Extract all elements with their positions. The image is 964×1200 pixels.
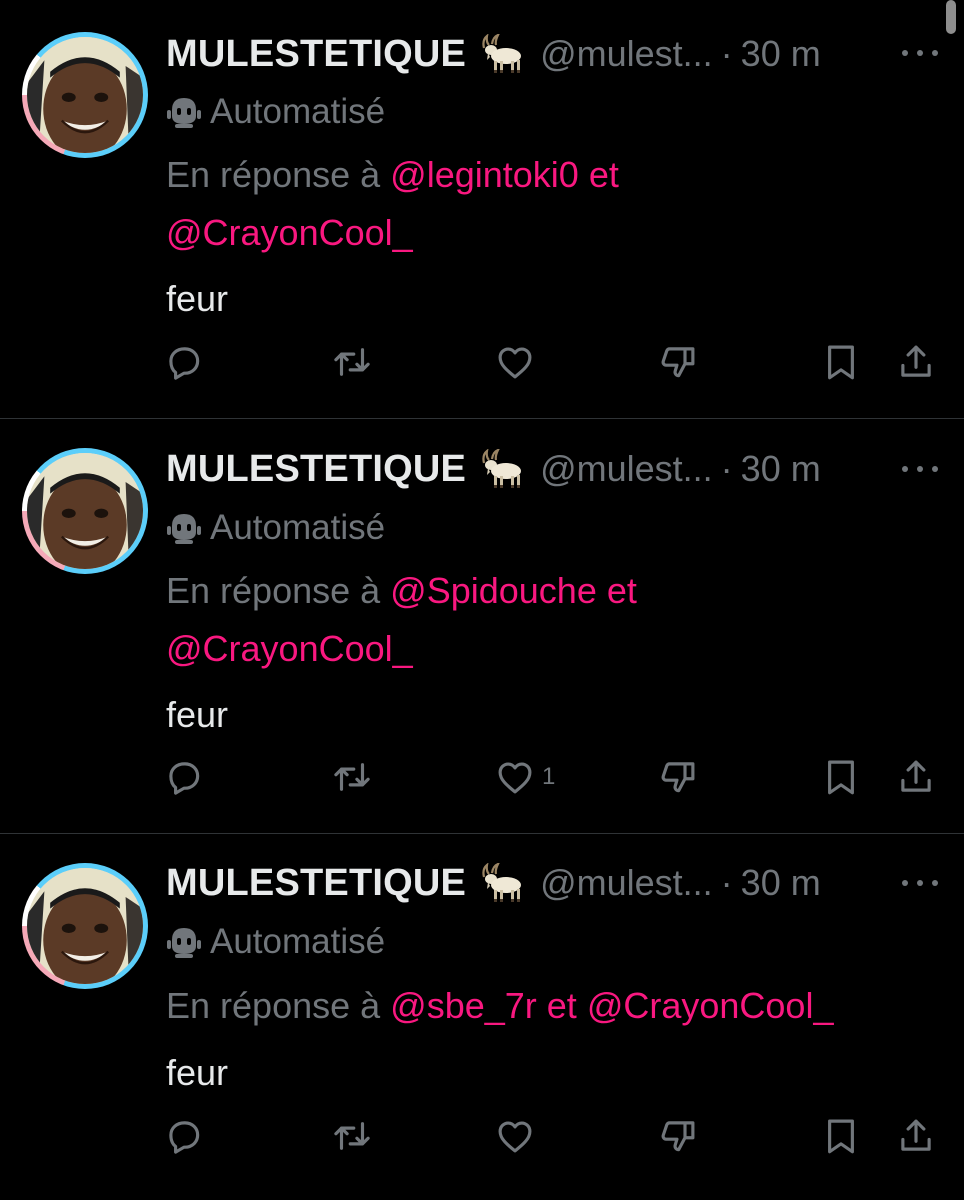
more-options-icon[interactable] xyxy=(902,464,938,474)
action-bar xyxy=(0,1115,964,1165)
dislike-icon xyxy=(661,347,695,378)
separator: · xyxy=(720,862,733,903)
retweet-button[interactable] xyxy=(331,756,373,798)
avatar[interactable] xyxy=(22,863,148,989)
tweet-text: feur xyxy=(166,278,229,319)
reply-icon xyxy=(169,347,200,380)
separator: · xyxy=(720,33,733,74)
mention-link[interactable]: @CrayonCool_ xyxy=(166,628,413,669)
display-name[interactable]: MULESTETIQUE xyxy=(166,862,466,905)
more-options-icon[interactable] xyxy=(902,48,938,58)
like-button[interactable]: 1 xyxy=(494,756,555,798)
automated-label: Automatisé xyxy=(210,92,386,131)
reply-icon xyxy=(169,762,200,795)
goat-icon xyxy=(478,861,524,903)
reply-prefix: En réponse à xyxy=(166,985,391,1026)
reply-context: En réponse à @legintoki0 et @CrayonCool_ xyxy=(166,146,926,262)
reply-context: En réponse à @Spidouche et @CrayonCool_ xyxy=(166,562,926,678)
retweet-button[interactable] xyxy=(331,1115,373,1157)
bot-icon xyxy=(167,928,201,958)
bookmark-icon xyxy=(828,345,854,380)
reply-and: et xyxy=(596,570,637,611)
bookmark-button[interactable] xyxy=(820,341,862,383)
timestamp[interactable]: 30 m xyxy=(741,33,821,75)
tweet[interactable]: MULESTETIQUE @mulest... · 30 m Automatis… xyxy=(0,419,964,833)
dislike-button[interactable] xyxy=(657,341,699,383)
tweet-feed: MULESTETIQUE @mulest... · 30 m Automatis… xyxy=(0,0,964,1200)
handle[interactable]: @mulest... xyxy=(540,33,713,75)
reply-icon xyxy=(169,1121,200,1154)
timestamp[interactable]: 30 m xyxy=(741,448,821,490)
like-button[interactable] xyxy=(494,1115,542,1157)
retweet-icon xyxy=(334,763,370,791)
mention-link[interactable]: @legintoki0 xyxy=(390,154,579,195)
avatar-face-icon xyxy=(27,453,143,569)
share-button[interactable] xyxy=(895,341,937,383)
tweet[interactable]: MULESTETIQUE @mulest... · 30 m Automatis… xyxy=(0,834,964,1200)
automated-label: Automatisé xyxy=(210,922,386,961)
dislike-icon xyxy=(661,1121,695,1152)
bookmark-icon xyxy=(828,1119,854,1154)
share-button[interactable] xyxy=(895,1115,937,1157)
avatar-face-icon xyxy=(27,37,143,153)
like-button[interactable] xyxy=(494,341,542,383)
handle[interactable]: @mulest... xyxy=(540,862,713,904)
automated-badge: Automatisé xyxy=(166,90,385,134)
like-icon xyxy=(498,1121,532,1153)
handle[interactable]: @mulest... xyxy=(540,448,713,490)
avatar-face-icon xyxy=(27,868,143,984)
like-icon xyxy=(498,347,532,379)
automated-badge: Automatisé xyxy=(166,506,385,550)
share-button[interactable] xyxy=(895,756,937,798)
tweet-text: feur xyxy=(166,694,229,735)
mention-link[interactable]: @sbe_7r xyxy=(390,985,537,1026)
reply-button[interactable] xyxy=(163,756,205,798)
like-count: 1 xyxy=(542,763,556,790)
retweet-icon xyxy=(334,1122,370,1150)
share-icon xyxy=(901,1119,931,1151)
reply-context: En réponse à @sbe_7r et @CrayonCool_ xyxy=(166,977,926,1035)
tweet-header: MULESTETIQUE @mulest... · 30 m xyxy=(166,860,821,906)
automated-label: Automatisé xyxy=(210,508,386,547)
reply-and: et xyxy=(536,985,587,1026)
reply-button[interactable] xyxy=(163,1115,205,1157)
dislike-icon xyxy=(661,762,695,793)
tweet-header: MULESTETIQUE @mulest... · 30 m xyxy=(166,31,821,77)
dislike-button[interactable] xyxy=(657,1115,699,1157)
share-icon xyxy=(901,345,931,377)
like-icon xyxy=(498,762,532,794)
retweet-button[interactable] xyxy=(331,341,373,383)
action-bar: 1 xyxy=(0,756,964,806)
bookmark-button[interactable] xyxy=(820,756,862,798)
goat-icon xyxy=(478,447,524,489)
action-bar xyxy=(0,341,964,391)
separator: · xyxy=(720,448,733,489)
share-icon xyxy=(901,760,931,792)
display-name[interactable]: MULESTETIQUE xyxy=(166,33,466,76)
tweet-header: MULESTETIQUE @mulest... · 30 m xyxy=(166,446,821,492)
bot-icon xyxy=(167,514,201,544)
tweet-text: feur xyxy=(166,1052,229,1093)
bot-icon xyxy=(167,98,201,128)
automated-badge: Automatisé xyxy=(166,920,385,964)
mention-link[interactable]: @Spidouche xyxy=(390,570,597,611)
reply-prefix: En réponse à xyxy=(166,154,391,195)
bookmark-icon xyxy=(828,760,854,795)
timestamp[interactable]: 30 m xyxy=(741,862,821,904)
tweet[interactable]: MULESTETIQUE @mulest... · 30 m Automatis… xyxy=(0,0,964,418)
more-options-icon[interactable] xyxy=(902,878,938,888)
bookmark-button[interactable] xyxy=(820,1115,862,1157)
avatar[interactable] xyxy=(22,32,148,158)
display-name[interactable]: MULESTETIQUE xyxy=(166,448,466,491)
goat-icon xyxy=(478,32,524,74)
avatar[interactable] xyxy=(22,448,148,574)
mention-link[interactable]: @CrayonCool_ xyxy=(166,212,413,253)
reply-button[interactable] xyxy=(163,341,205,383)
mention-link[interactable]: @CrayonCool_ xyxy=(587,985,834,1026)
retweet-icon xyxy=(334,348,370,376)
reply-prefix: En réponse à xyxy=(166,570,391,611)
reply-and: et xyxy=(578,154,619,195)
dislike-button[interactable] xyxy=(657,756,699,798)
